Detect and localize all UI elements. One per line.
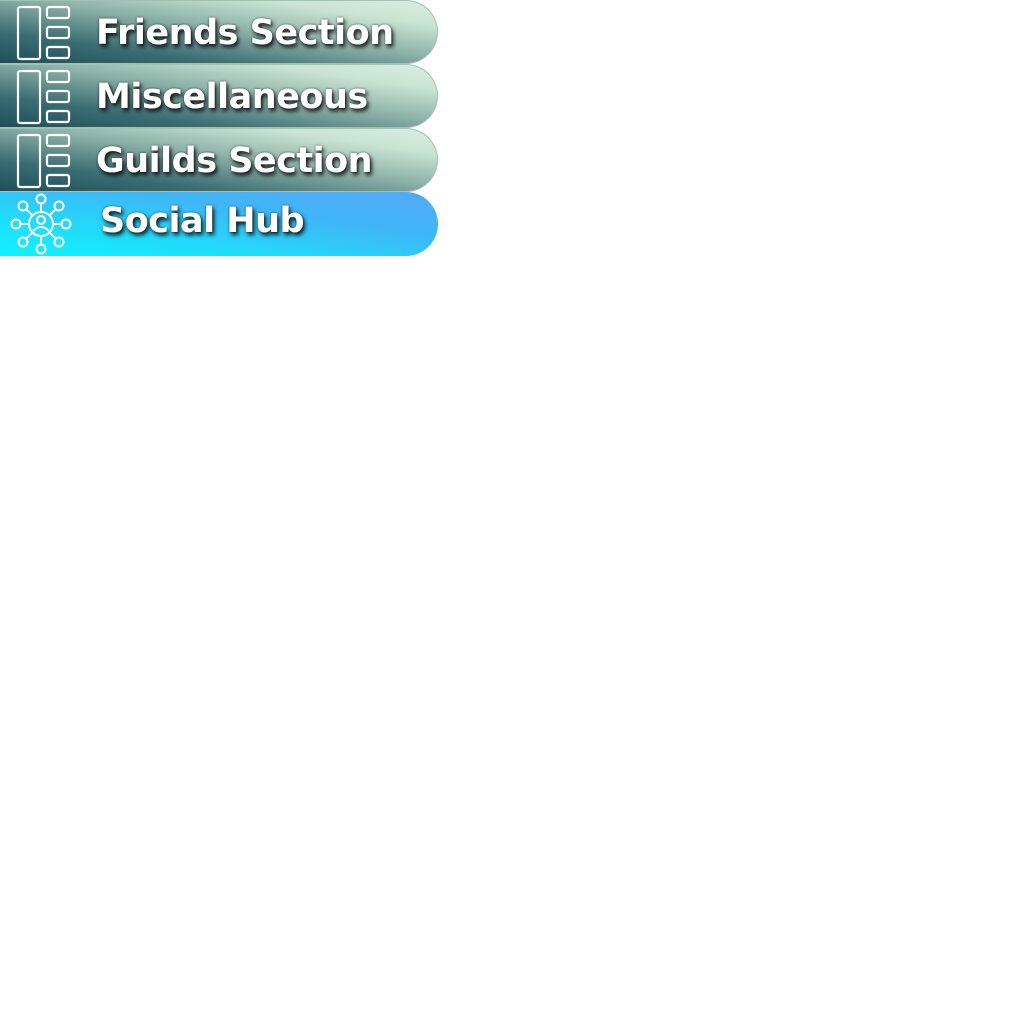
menu-item-social-hub[interactable]: Social Hub xyxy=(0,192,438,256)
menu-item-guilds-section[interactable]: Guilds Section xyxy=(0,128,438,192)
menu-item-miscellaneous[interactable]: Miscellaneous xyxy=(0,64,438,128)
side-menu: Friends Section Miscellaneous Guilds Sec… xyxy=(0,0,438,256)
menu-item-label: Friends Section xyxy=(96,13,394,53)
list-layout-icon xyxy=(16,5,71,61)
menu-item-friends-section[interactable]: Friends Section xyxy=(0,0,438,64)
menu-item-label: Miscellaneous xyxy=(96,77,368,117)
list-layout-icon xyxy=(16,69,71,125)
menu-item-label: Social Hub xyxy=(100,201,305,241)
network-hub-icon xyxy=(10,193,72,255)
list-layout-icon xyxy=(16,133,71,189)
menu-item-label: Guilds Section xyxy=(96,141,373,181)
